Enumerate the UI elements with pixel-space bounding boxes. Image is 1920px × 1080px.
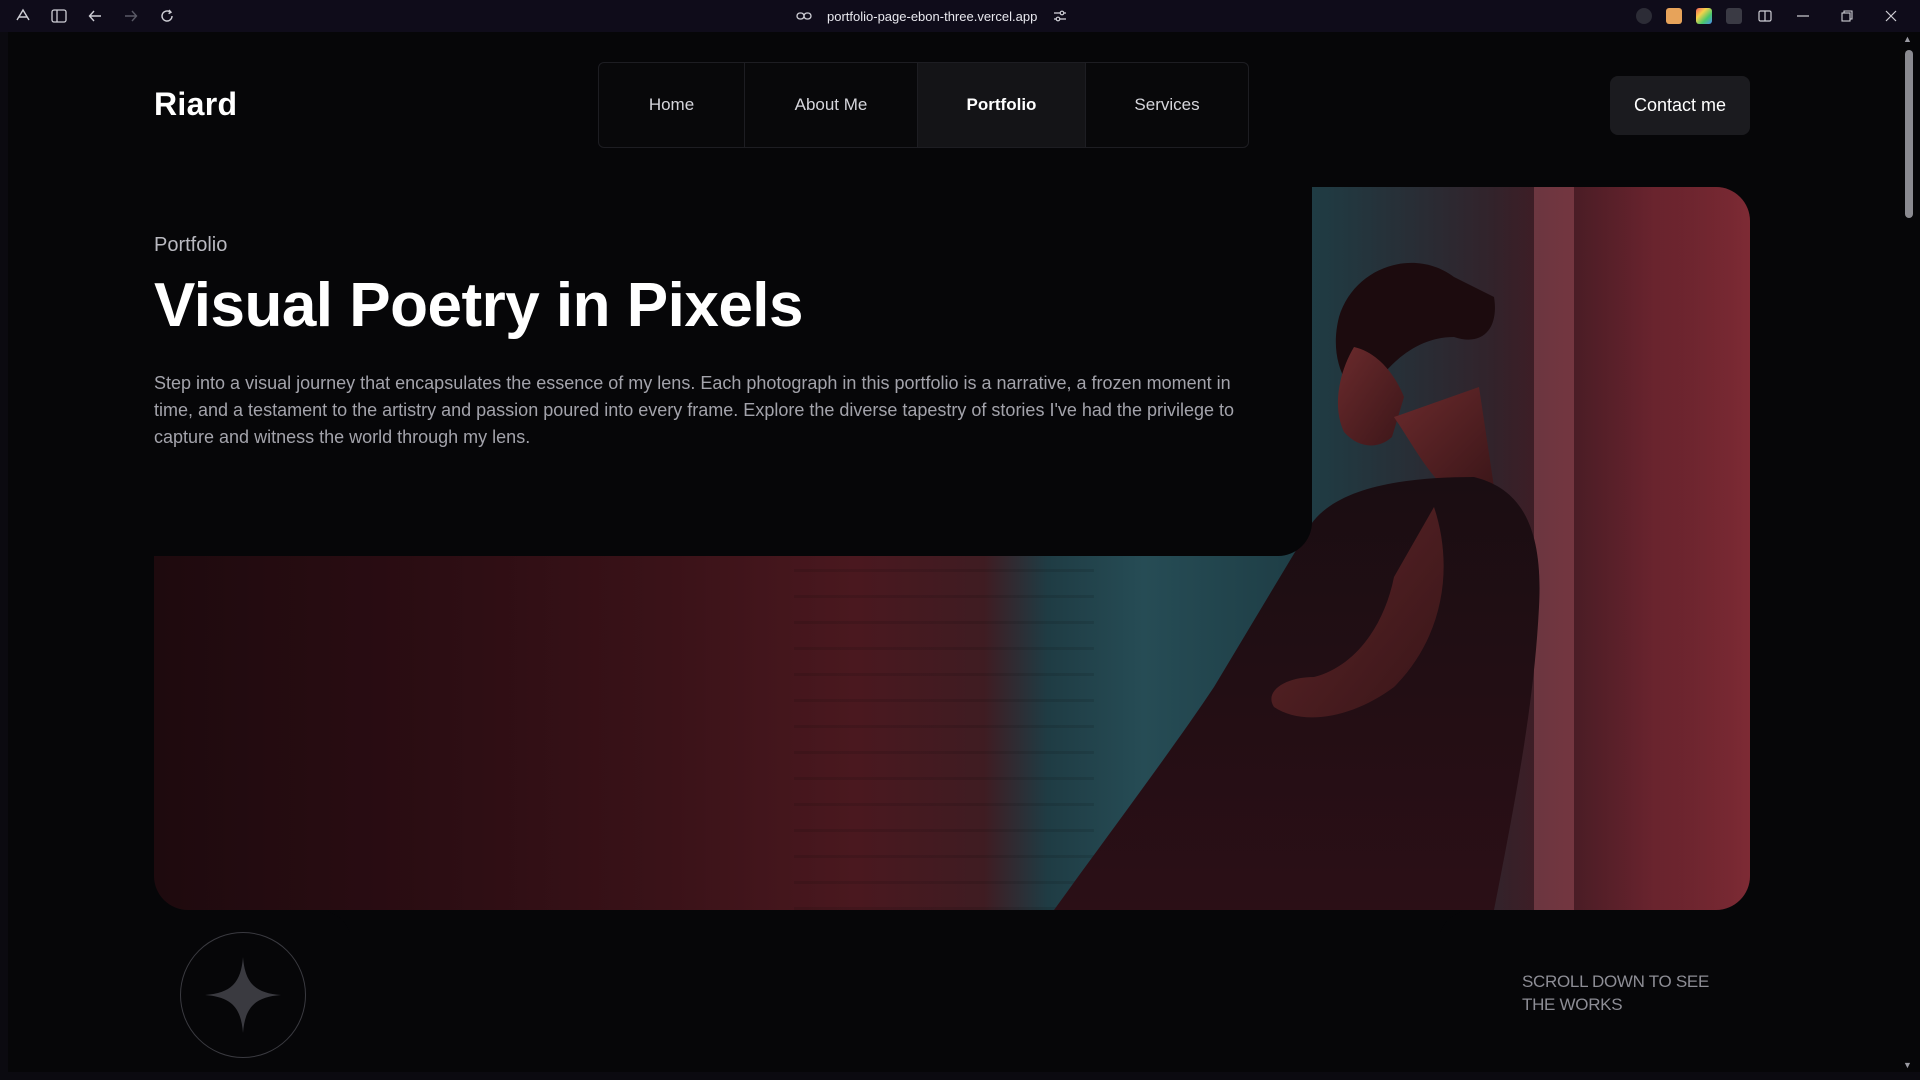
browser-extensions <box>1636 0 1906 32</box>
link-icon <box>795 7 813 25</box>
glasses-extension-icon[interactable] <box>1636 8 1652 24</box>
scroll-hint: SCROLL DOWN TO SEE THE WORKS <box>1522 972 1709 1014</box>
split-view-icon[interactable] <box>1756 7 1774 25</box>
font-extension-icon[interactable] <box>1726 8 1742 24</box>
reload-icon[interactable] <box>158 7 176 25</box>
restore-icon[interactable] <box>1832 0 1862 32</box>
scroll-down-icon[interactable]: ▼ <box>1903 1060 1912 1070</box>
page-title: Visual Poetry in Pixels <box>154 271 804 340</box>
nav-item-portfolio[interactable]: Portfolio <box>918 63 1086 147</box>
nav-item-services[interactable]: Services <box>1086 63 1248 147</box>
nav-item-about-me[interactable]: About Me <box>745 63 918 147</box>
rotating-badge[interactable] <box>180 932 306 1058</box>
browser-logo-icon[interactable] <box>14 7 32 25</box>
page-scrollbar[interactable]: ▲ ▼ <box>1896 32 1920 1072</box>
scroll-up-icon[interactable]: ▲ <box>1903 34 1912 44</box>
address-bar[interactable]: portfolio-page-ebon-three.vercel.app <box>795 0 1069 32</box>
sidebar-toggle-icon[interactable] <box>50 7 68 25</box>
back-arrow-icon[interactable] <box>86 7 104 25</box>
orange-extension-icon[interactable] <box>1666 8 1682 24</box>
hero-text-card <box>128 152 1312 556</box>
page-viewport: Portfolio Visual Poetry in Pixels Step i… <box>8 32 1896 1072</box>
close-window-icon[interactable] <box>1876 0 1906 32</box>
color-picker-extension-icon[interactable] <box>1696 8 1712 24</box>
contact-button[interactable]: Contact me <box>1610 76 1750 135</box>
main-nav: Home About Me Portfolio Services <box>598 62 1249 148</box>
browser-toolbar: portfolio-page-ebon-three.vercel.app <box>0 0 1920 32</box>
four-point-star-icon <box>205 957 281 1033</box>
section-eyebrow: Portfolio <box>154 234 228 256</box>
minimize-icon[interactable] <box>1788 0 1818 32</box>
site-logo[interactable]: Riard <box>154 86 237 123</box>
scrollbar-thumb[interactable] <box>1905 50 1913 218</box>
url-text[interactable]: portfolio-page-ebon-three.vercel.app <box>827 9 1037 24</box>
nav-item-home[interactable]: Home <box>599 63 745 147</box>
browser-nav-controls <box>14 0 176 32</box>
site-settings-icon[interactable] <box>1051 7 1069 25</box>
hero-description: Step into a visual journey that encapsul… <box>154 373 1234 447</box>
forward-arrow-icon[interactable] <box>122 7 140 25</box>
